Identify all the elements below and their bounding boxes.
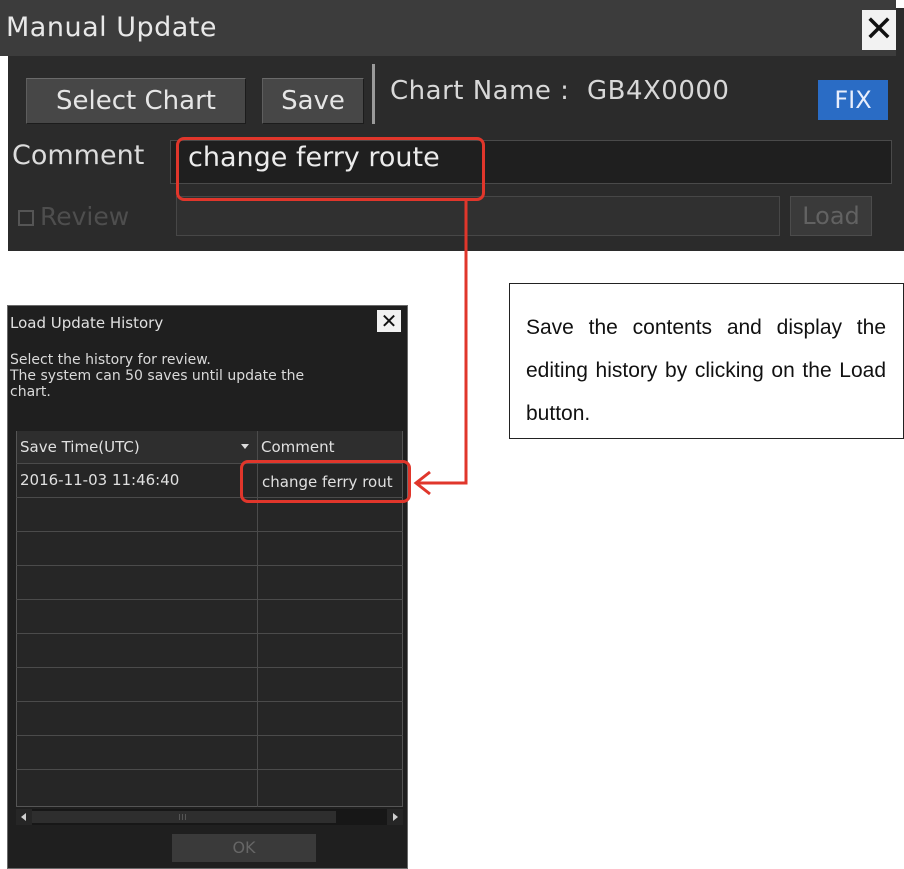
arrow-line bbox=[416, 201, 468, 485]
annotation-arrow bbox=[413, 201, 468, 496]
